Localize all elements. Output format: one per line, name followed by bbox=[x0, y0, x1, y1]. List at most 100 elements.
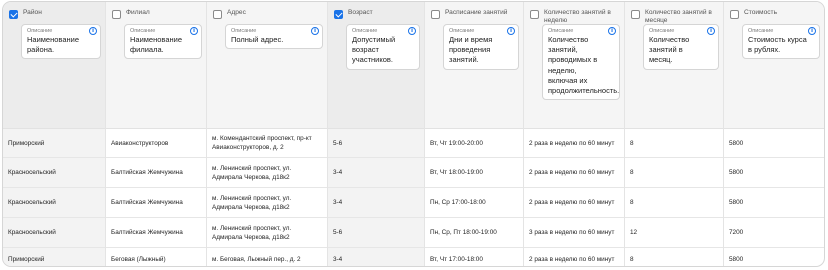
cell-value: 12 bbox=[630, 229, 638, 236]
cell-value: Вт, Чт 19:00-20:00 bbox=[430, 139, 483, 147]
table-cell: 7200 bbox=[724, 218, 824, 248]
cell-value: Приморский bbox=[8, 139, 45, 147]
table-cell: 5800 bbox=[724, 158, 824, 188]
cell-value: м. Ленинский проспект, ул. Адмирала Черк… bbox=[212, 164, 292, 181]
table-cell: 3 раза в неделю по 60 минут bbox=[524, 218, 624, 248]
info-icon[interactable]: i bbox=[507, 27, 515, 35]
checkbox-icon[interactable] bbox=[631, 10, 640, 19]
description-field[interactable]: Описание Количество занятий, проводимых в… bbox=[542, 24, 620, 101]
description-field[interactable]: Описание Полный адрес. i bbox=[225, 24, 323, 50]
description-field[interactable]: Описание Количество занятий в месяц. i bbox=[643, 24, 719, 70]
checkbox-icon[interactable] bbox=[9, 10, 18, 19]
column-branch: Филиал Описание Наименование филиала. i Авиа… bbox=[106, 2, 207, 266]
column-header: Филиал Описание Наименование филиала. i bbox=[106, 2, 206, 129]
description-text[interactable]: Полный адрес. bbox=[231, 35, 310, 45]
description-field[interactable]: Описание Дни и время проведения занятий. i bbox=[443, 24, 519, 70]
column-header-line: Расписание занятий bbox=[431, 9, 519, 19]
table-cell: 3-4 bbox=[328, 188, 424, 218]
description-caption: Описание bbox=[548, 28, 574, 34]
table-cell: 8 bbox=[625, 158, 723, 188]
column-header: Район Описание Наименование района. i bbox=[3, 2, 105, 129]
cell-value: Балтийская Жемчужина bbox=[111, 169, 183, 176]
column-header: Количество занятий в неделю Описание Колич… bbox=[524, 2, 624, 129]
checkbox-icon[interactable] bbox=[730, 10, 739, 19]
info-icon[interactable]: i bbox=[190, 27, 198, 35]
table-cell: 3-4 bbox=[328, 248, 424, 266]
table-cell: Авиаконструкторов bbox=[106, 129, 206, 158]
cell-value: 2 раза в неделю по 60 минут bbox=[529, 169, 615, 176]
table-cell: Вт, Чт 19:00-20:00 bbox=[425, 129, 523, 158]
cell-value: 5800 bbox=[729, 199, 744, 206]
cell-value: 5800 bbox=[729, 139, 744, 147]
description-field[interactable]: Описание Наименование района. i bbox=[21, 24, 101, 60]
cell-value: 8 bbox=[630, 169, 634, 176]
column-header-line: Район bbox=[9, 9, 101, 19]
cell-value: м. Комендантский проспект, пр-кт Авиакон… bbox=[212, 135, 312, 151]
cell-value: 7200 bbox=[729, 229, 744, 236]
description-text[interactable]: Наименование района. bbox=[27, 35, 88, 55]
column-header-line: Количество занятий в неделю bbox=[530, 9, 620, 25]
table-cell: Пн, Ср 17:00-18:00 bbox=[425, 188, 523, 218]
table-cell: Красносельский bbox=[3, 188, 105, 218]
checkbox-icon[interactable] bbox=[334, 10, 343, 19]
table-cell: м. Ленинский проспект, ул. Адмирала Черк… bbox=[207, 158, 327, 188]
description-text[interactable]: Количество занятий в месяц. bbox=[649, 35, 706, 66]
cell-value: 8 bbox=[630, 199, 634, 206]
cell-value: Вт, Чт 18:00-19:00 bbox=[430, 169, 483, 176]
table-cell: м. Беговая, Лыжный пер., д. 2 bbox=[207, 248, 327, 266]
table-cell: Беговая (Лыжный) bbox=[106, 248, 206, 266]
cell-value: 3-4 bbox=[333, 169, 343, 176]
table-cell: 2 раза в неделю по 60 минут bbox=[524, 248, 624, 266]
column-title: Филиал bbox=[126, 9, 150, 16]
description-field[interactable]: Описание Стоимость курса в рублях. i bbox=[742, 24, 820, 60]
description-text[interactable]: Допустимый возраст участников. bbox=[352, 35, 407, 66]
description-caption: Описание bbox=[27, 28, 53, 34]
table-cell: Пн, Ср, Пт 18:00-19:00 bbox=[425, 218, 523, 248]
column-title: Возраст bbox=[348, 9, 373, 16]
checkbox-icon[interactable] bbox=[213, 10, 222, 19]
cell-value: Балтийская Жемчужина bbox=[111, 199, 183, 206]
checkbox-icon[interactable] bbox=[112, 10, 121, 19]
column-header: Адрес Описание Полный адрес. i bbox=[207, 2, 327, 129]
description-text[interactable]: Дни и время проведения занятий. bbox=[449, 35, 506, 66]
column-per_week: Количество занятий в неделю Описание Колич… bbox=[524, 2, 625, 266]
info-icon[interactable]: i bbox=[808, 27, 816, 35]
description-field[interactable]: Описание Допустимый возраст участников. i bbox=[346, 24, 420, 70]
table-cell: м. Ленинский проспект, ул. Адмирала Черк… bbox=[207, 218, 327, 248]
cell-value: Красносельский bbox=[8, 229, 56, 236]
cell-value: 5-6 bbox=[333, 139, 343, 147]
column-title: Количество занятий в месяце bbox=[645, 9, 712, 24]
table-cell: 8 bbox=[625, 188, 723, 218]
cell-value: 2 раза в неделю по 60 минут bbox=[529, 199, 615, 206]
column-header-line: Количество занятий в месяце bbox=[631, 9, 719, 25]
description-text[interactable]: Количество занятий, проводимых в неделю,… bbox=[548, 35, 619, 96]
column-title: Количество занятий в неделю bbox=[544, 9, 611, 24]
table-cell: Красносельский bbox=[3, 218, 105, 248]
info-icon[interactable]: i bbox=[608, 27, 616, 35]
description-text[interactable]: Стоимость курса в рублях. bbox=[748, 35, 807, 55]
description-field[interactable]: Описание Наименование филиала. i bbox=[124, 24, 202, 60]
cell-value: 3 раза в неделю по 60 минут bbox=[529, 229, 615, 236]
table-cell: 2 раза в неделю по 60 минут bbox=[524, 158, 624, 188]
checkbox-icon[interactable] bbox=[431, 10, 440, 19]
table-cell: 2 раза в неделю по 60 минут bbox=[524, 188, 624, 218]
column-per_month: Количество занятий в месяце Описание Колич… bbox=[625, 2, 724, 266]
cell-value: Приморский bbox=[8, 255, 45, 263]
table-cell: Красносельский bbox=[3, 158, 105, 188]
info-icon[interactable]: i bbox=[311, 27, 319, 35]
description-text[interactable]: Наименование филиала. bbox=[130, 35, 189, 55]
info-icon[interactable]: i bbox=[89, 27, 97, 35]
table-cell: 5-6 bbox=[328, 129, 424, 158]
column-header: Возраст Описание Допустимый возраст участн… bbox=[328, 2, 424, 129]
checkbox-icon[interactable] bbox=[530, 10, 539, 19]
info-icon[interactable]: i bbox=[408, 27, 416, 35]
table-cell: 12 bbox=[625, 218, 723, 248]
cell-value: м. Ленинский проспект, ул. Адмирала Черк… bbox=[212, 224, 292, 241]
column-title: Расписание занятий bbox=[445, 9, 508, 16]
table-grid: Район Описание Наименование района. i Примор… bbox=[3, 2, 824, 266]
table-cell: 5800 bbox=[724, 188, 824, 218]
column-header-line: Возраст bbox=[334, 9, 420, 19]
info-icon[interactable]: i bbox=[707, 27, 715, 35]
column-title: Район bbox=[23, 9, 42, 16]
cell-value: 5800 bbox=[729, 169, 744, 176]
